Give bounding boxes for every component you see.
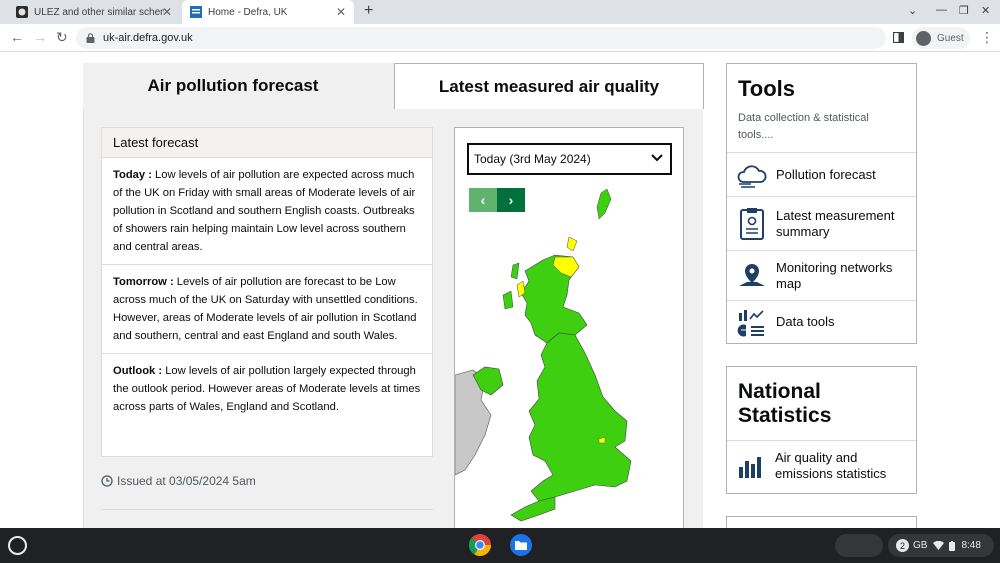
tab-air-pollution-forecast[interactable]: Air pollution forecast: [83, 63, 383, 109]
tool-label: Monitoring networks map: [776, 259, 893, 291]
profile-label: Guest: [937, 32, 964, 44]
browser-tab-defra[interactable]: Home - Defra, UK ✕: [182, 0, 354, 24]
launcher-icon[interactable]: [8, 536, 27, 555]
minimize-icon[interactable]: —: [936, 4, 947, 16]
browser-toolbar: ← → ↻ uk-air.defra.gov.uk Guest ⋮: [0, 24, 1000, 52]
air-quality-statistics-label: Air quality and emissions statistics: [775, 450, 887, 481]
sidebar-panel: [726, 516, 917, 528]
next-day-button[interactable]: ›: [497, 188, 525, 212]
chevron-down-icon: [651, 154, 663, 162]
air-quality-statistics-link[interactable]: Air quality and emissions statistics: [727, 441, 916, 491]
browser-tab-title: Home - Defra, UK: [208, 6, 288, 18]
defra-favicon-icon: [190, 6, 202, 18]
side-panel-icon[interactable]: [893, 32, 904, 43]
tool-label: Latest measurement summary: [776, 207, 895, 239]
site-favicon-icon: [16, 6, 28, 18]
reload-icon[interactable]: ↻: [56, 29, 68, 46]
forecast-label: Today :: [113, 169, 152, 181]
profile-button[interactable]: Guest: [912, 27, 970, 49]
tools-description: Data collection & statistical tools....: [727, 102, 916, 153]
divider: [101, 509, 433, 510]
forecast-tomorrow: Tomorrow : Levels of air pollution are f…: [102, 265, 432, 354]
national-statistics-title: National Statistics: [727, 367, 916, 441]
clipboard-icon: [740, 207, 764, 240]
forecast-day-select[interactable]: Today (3rd May 2024): [467, 143, 672, 175]
forecast-outlook: Outlook : Low levels of air pollution la…: [102, 354, 432, 424]
uk-map-image: [455, 188, 632, 522]
tool-label: Pollution forecast: [776, 166, 876, 182]
url-text: uk-air.defra.gov.uk: [103, 32, 193, 44]
monitoring-networks-map-link[interactable]: Monitoring networks map: [727, 251, 916, 301]
close-window-icon[interactable]: ✕: [981, 4, 990, 17]
national-statistics-panel: National Statistics Air quality and emis…: [726, 366, 917, 494]
map-pin-icon: [739, 263, 765, 286]
tools-title: Tools: [738, 76, 796, 101]
address-bar[interactable]: uk-air.defra.gov.uk: [76, 27, 886, 49]
latest-forecast-box: Latest forecast Today : Low levels of ai…: [101, 127, 433, 457]
tab-latest-measured[interactable]: Latest measured air quality: [394, 63, 704, 109]
map-canvas[interactable]: [455, 185, 683, 528]
os-shelf: 2 GB 8:48: [0, 528, 1000, 563]
chart-tools-icon: [737, 310, 764, 337]
page-content: Air pollution forecast Latest measured a…: [0, 53, 1000, 528]
latest-forecast-heading: Latest forecast: [102, 128, 432, 158]
notification-tray[interactable]: [835, 534, 883, 557]
data-tools-link[interactable]: Data tools: [727, 301, 916, 343]
previous-day-button[interactable]: ‹: [469, 188, 497, 212]
status-tray[interactable]: 2 GB 8:48: [888, 534, 994, 557]
selected-day: Today (3rd May 2024): [474, 152, 591, 166]
clock-icon: [101, 475, 113, 487]
forecast-label: Outlook :: [113, 365, 163, 377]
bar-chart-icon: [739, 457, 761, 478]
clock-time: 8:48: [961, 540, 981, 551]
menu-icon[interactable]: ⋮: [980, 29, 994, 46]
region-indicator: GB: [913, 540, 928, 551]
browser-tab-title: ULEZ and other similar schemes: [34, 6, 164, 18]
browser-tab-ulez[interactable]: ULEZ and other similar schemes ✕: [8, 0, 180, 24]
pollution-forecast-link[interactable]: Pollution forecast: [727, 153, 916, 197]
issued-timestamp: Issued at 03/05/2024 5am: [101, 474, 256, 488]
tool-label: Data tools: [776, 314, 835, 329]
tools-panel: Tools Data collection & statistical tool…: [726, 63, 917, 344]
browser-tab-strip: ULEZ and other similar schemes ✕ Home - …: [0, 0, 1000, 24]
close-tab-icon[interactable]: ✕: [162, 5, 172, 19]
latest-measurement-summary-link[interactable]: Latest measurement summary: [727, 197, 916, 251]
battery-icon: [949, 540, 956, 551]
wifi-icon: [933, 541, 945, 550]
files-icon[interactable]: [509, 533, 533, 557]
back-icon[interactable]: ←: [10, 29, 24, 45]
close-tab-icon[interactable]: ✕: [336, 5, 346, 19]
forecast-label: Tomorrow :: [113, 276, 174, 288]
new-tab-icon[interactable]: +: [364, 2, 373, 20]
notification-count-badge: 2: [896, 539, 909, 552]
lock-icon: [86, 33, 95, 43]
cloud-icon: [737, 164, 767, 188]
chrome-icon[interactable]: [468, 533, 492, 557]
restore-icon[interactable]: ❐: [959, 4, 969, 17]
issued-text: Issued at 03/05/2024 5am: [117, 474, 256, 488]
forecast-text: Low levels of air pollution are expected…: [113, 169, 416, 253]
avatar: [916, 30, 931, 46]
forward-icon[interactable]: →: [33, 29, 47, 45]
tab-search-icon[interactable]: ⌄: [908, 4, 917, 17]
forecast-map[interactable]: Today (3rd May 2024) ‹ ›: [454, 127, 684, 528]
forecast-today: Today : Low levels of air pollution are …: [102, 158, 432, 265]
